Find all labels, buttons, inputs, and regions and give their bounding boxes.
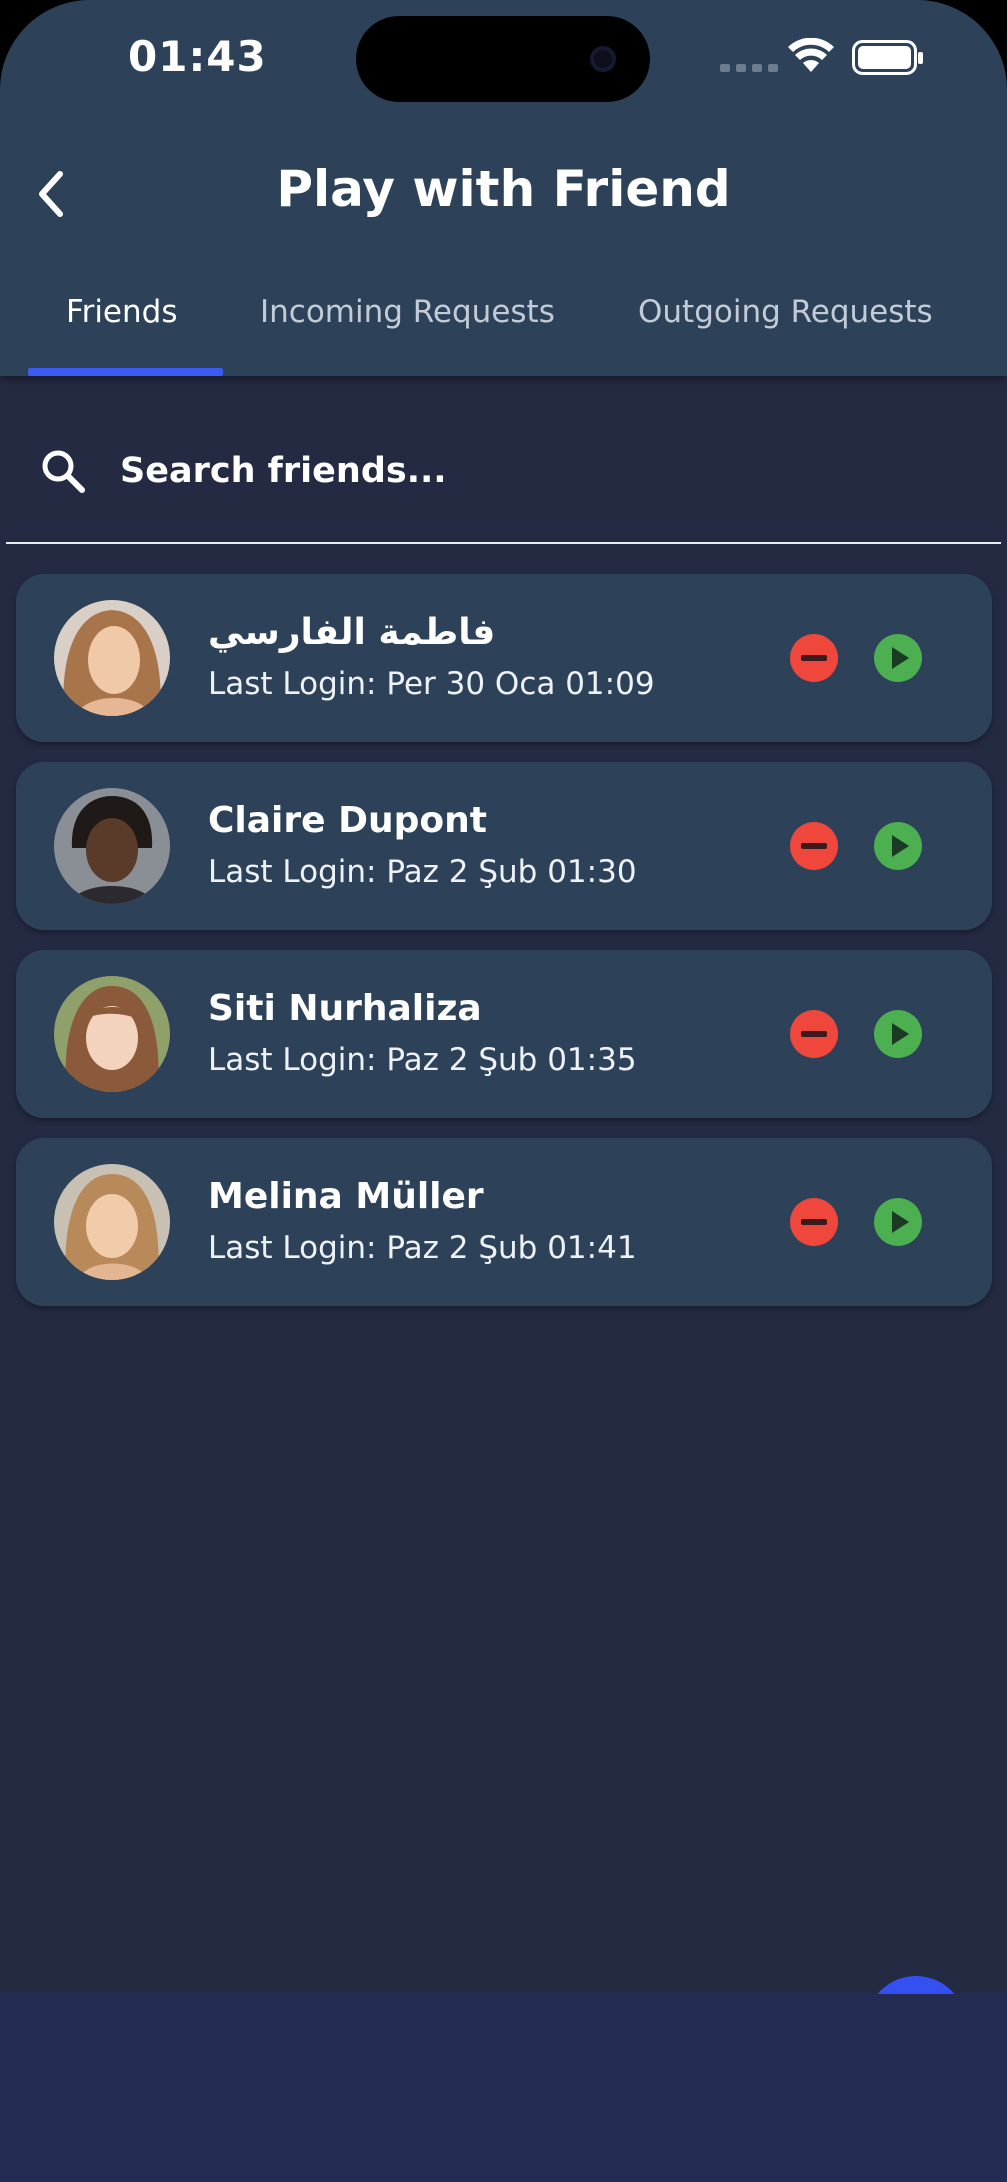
- play-button[interactable]: [874, 822, 922, 870]
- friends-list: فاطمة الفارسي Last Login: Per 30 Oca 01:…: [16, 574, 992, 1326]
- friend-name: Melina Müller: [208, 1176, 484, 1217]
- friend-card: فاطمة الفارسي Last Login: Per 30 Oca 01:…: [16, 574, 992, 742]
- tab-indicator: [28, 368, 223, 376]
- remove-friend-button[interactable]: [790, 1198, 838, 1246]
- signal-icon: [720, 64, 778, 72]
- last-login: Last Login: Paz 2 Şub 01:30: [208, 854, 637, 890]
- app-screen: 01:43 Play with Friend Friends Incoming …: [0, 0, 1007, 2182]
- friend-card: Melina Müller Last Login: Paz 2 Şub 01:4…: [16, 1138, 992, 1306]
- app-bar: 01:43 Play with Friend Friends Incoming …: [0, 0, 1007, 376]
- friend-card: Claire Dupont Last Login: Paz 2 Şub 01:3…: [16, 762, 992, 930]
- search-bar: [6, 420, 1001, 544]
- search-input[interactable]: [118, 442, 962, 500]
- avatar: [54, 600, 170, 716]
- remove-friend-button[interactable]: [790, 634, 838, 682]
- tab-friends[interactable]: Friends: [66, 294, 177, 330]
- last-login: Last Login: Paz 2 Şub 01:35: [208, 1042, 637, 1078]
- remove-friend-button[interactable]: [790, 1010, 838, 1058]
- friend-name: Siti Nurhaliza: [208, 988, 482, 1029]
- avatar: [54, 1164, 170, 1280]
- tab-outgoing-requests[interactable]: Outgoing Requests: [638, 294, 933, 330]
- search-icon: [42, 450, 85, 493]
- search-underline: [6, 542, 1001, 544]
- play-button[interactable]: [874, 634, 922, 682]
- play-button[interactable]: [874, 1010, 922, 1058]
- page-title: Play with Friend: [276, 160, 731, 218]
- bottom-bar: [0, 1994, 1007, 2182]
- wifi-icon: [788, 38, 834, 72]
- last-login: Last Login: Paz 2 Şub 01:41: [208, 1230, 637, 1266]
- avatar: [54, 976, 170, 1092]
- last-login: Last Login: Per 30 Oca 01:09: [208, 666, 655, 702]
- battery-icon: [852, 40, 923, 75]
- tab-bar: Friends Incoming Requests Outgoing Reque…: [0, 280, 1007, 376]
- friend-name: Claire Dupont: [208, 800, 487, 841]
- avatar: [54, 788, 170, 904]
- dynamic-island: [356, 16, 650, 102]
- play-button[interactable]: [874, 1198, 922, 1246]
- friend-name: فاطمة الفارسي: [208, 612, 496, 653]
- status-time: 01:43: [128, 32, 267, 81]
- friend-card: Siti Nurhaliza Last Login: Paz 2 Şub 01:…: [16, 950, 992, 1118]
- remove-friend-button[interactable]: [790, 822, 838, 870]
- tab-incoming-requests[interactable]: Incoming Requests: [260, 294, 555, 330]
- camera-icon: [590, 46, 616, 72]
